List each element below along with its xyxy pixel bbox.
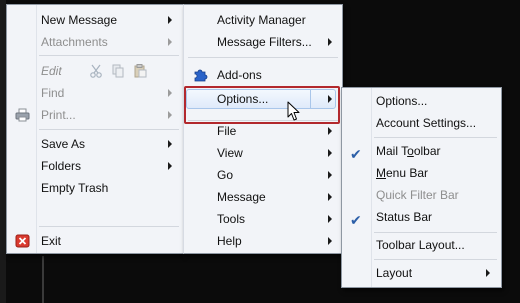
menu-separator [39,55,179,56]
menu-separator [39,226,179,227]
menu-item-label: Exit [41,234,62,248]
menu-item-activity-manager[interactable]: Activity Manager [184,9,342,31]
menu-separator [39,129,179,130]
submenu-arrow-icon [168,162,172,170]
menu-item-go[interactable]: Go [184,164,342,186]
menu-item-label: Message Filters... [217,35,312,49]
submenu-item-quick-filter-bar[interactable]: Quick Filter Bar [342,184,501,206]
file-menu-column: New Message Attachments Edit Find Print.… [6,4,183,254]
menu-item-save-as[interactable]: Save As [7,133,183,155]
menu-item-label: Options... [376,94,428,108]
printer-icon [15,108,30,122]
submenu-arrow-icon [168,140,172,148]
menu-separator [374,259,497,260]
menu-item-help[interactable]: Help [184,230,342,252]
menu-item-label: Help [217,234,242,248]
menu-separator [188,57,338,58]
submenu-arrow-icon [328,127,332,135]
menu-item-new-message[interactable]: New Message [7,9,183,31]
menu-item-label: New Message [41,13,118,27]
menu-item-label: Message [217,190,266,204]
menu-item-label: Menu Bar [376,166,429,180]
mouse-pointer-icon [287,101,300,121]
menu-item-add-ons[interactable]: Add-ons [184,64,342,86]
menu-item-print[interactable]: Print... [7,104,183,126]
options-submenu: Options... Account Settings... ✔ Mail To… [341,87,502,288]
menu-item-label: Account Settings... [376,116,477,130]
submenu-arrow-icon [168,16,172,24]
menu-item-edit[interactable]: Edit [7,60,183,82]
menu-item-label: Find [41,86,65,100]
menu-item-label: Print... [41,108,76,122]
submenu-item-mail-toolbar[interactable]: ✔ Mail Toolbar [342,140,501,162]
menu-item-tools[interactable]: Tools [184,208,342,230]
menu-item-label: Layout [376,266,413,280]
menu-item-label: Activity Manager [217,13,306,27]
submenu-arrow-icon [168,38,172,46]
menu-item-label: Status Bar [376,210,433,224]
submenu-arrow-icon [168,111,172,119]
scissors-icon [90,64,102,78]
menu-item-exit[interactable]: Exit [7,230,183,252]
menu-item-attachments[interactable]: Attachments [7,31,183,53]
menu-item-label: View [217,146,243,160]
menu-item-view[interactable]: View [184,142,342,164]
background-divider [42,256,44,303]
menu-item-label: Mail Toolbar [376,144,441,158]
menu-item-label: Quick Filter Bar [376,188,459,202]
menu-item-label: Add-ons [217,68,262,82]
submenu-arrow-icon [328,193,332,201]
app-menu-column: Activity Manager Message Filters... Add-… [183,4,343,254]
menu-item-label: Folders [41,159,82,173]
submenu-arrow-icon [328,171,332,179]
menu-item-find[interactable]: Find [7,82,183,104]
red-x-icon [15,234,30,248]
menu-separator [374,137,497,138]
submenu-arrow-icon [168,89,172,97]
menu-item-label: Empty Trash [41,181,109,195]
submenu-arrow-icon [328,215,332,223]
menu-separator [374,232,497,233]
menu-item-label: Toolbar Layout... [376,238,465,252]
submenu-item-menu-bar[interactable]: Menu Bar [342,162,501,184]
menu-item-message-filters[interactable]: Message Filters... [184,31,342,53]
submenu-item-account-settings[interactable]: Account Settings... [342,112,501,134]
paste-icon [134,64,147,78]
submenu-item-layout[interactable]: Layout [342,262,501,284]
submenu-arrow-icon [328,149,332,157]
menu-item-label: Tools [217,212,246,226]
menu-item-folders[interactable]: Folders [7,155,183,177]
puzzle-piece-icon [194,69,208,82]
submenu-arrow-icon [328,237,332,245]
menu-item-label: Save As [41,137,86,151]
annotation-highlight-box [184,86,340,124]
menu-item-label: Attachments [41,35,108,49]
menu-item-label: Edit [41,64,62,78]
submenu-item-options[interactable]: Options... [342,90,501,112]
submenu-arrow-icon [328,38,332,46]
menu-item-label: Go [217,168,234,182]
submenu-arrow-icon [486,269,490,277]
menu-item-empty-trash[interactable]: Empty Trash [7,177,183,199]
submenu-item-status-bar[interactable]: ✔ Status Bar [342,206,501,228]
menu-item-message[interactable]: Message [184,186,342,208]
submenu-item-toolbar-layout[interactable]: Toolbar Layout... [342,234,501,256]
copy-icon [112,64,124,78]
checkmark-icon: ✔ [350,212,362,228]
